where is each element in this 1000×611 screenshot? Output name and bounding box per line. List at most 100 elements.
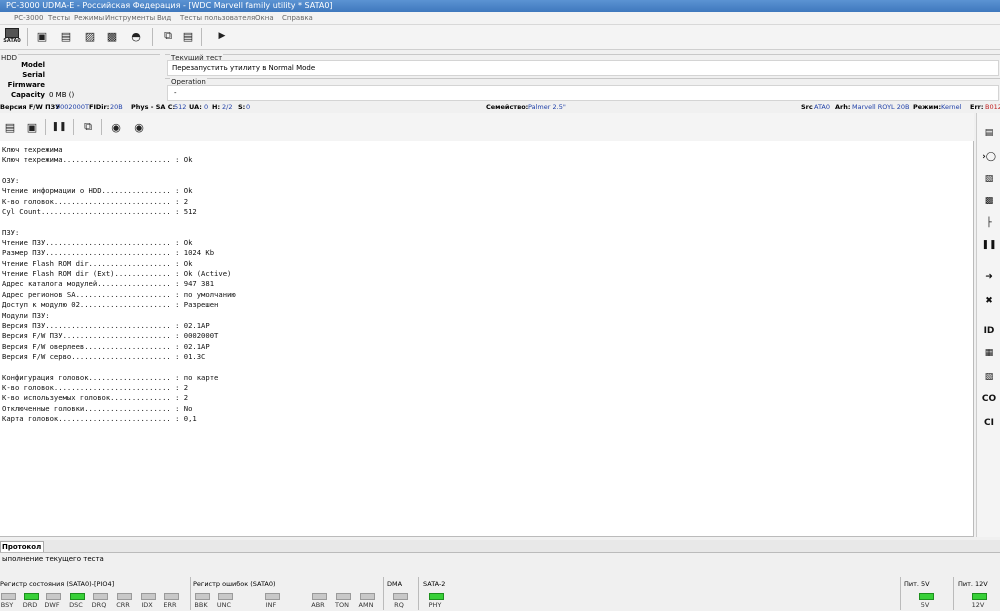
led-bsy-label: BSY [0,601,14,609]
find-next-icon[interactable]: ◉ [131,119,147,135]
s-label: S: [238,103,246,111]
fidir-label: FIDir: [89,103,110,111]
power-12v-panel: Пит. 12V 12V [953,577,1000,610]
arrow-right-icon[interactable]: ➜ [979,269,999,285]
led-idx-label: IDX [141,601,153,609]
family-label: Семейство: [486,103,529,111]
h-label: H: [212,103,221,111]
log-line: Доступ к модулю 02..................... … [2,300,219,310]
led-dsc-label: DSC [69,601,83,609]
co-button[interactable]: CO [979,391,999,407]
err-value: B012 [985,103,1000,111]
state-register-panel: Регистр состояния (SATA0)-[PIO4] BSY DRD… [0,577,185,610]
log-line: Ключ техрежима......................... … [2,155,193,165]
sata-port-button[interactable]: SATA0 [2,27,22,47]
phys-label: Phys - SA C: [131,103,176,111]
log-line: Чтение информации о HDD................ … [2,186,193,196]
led-drd-label: DRD [22,601,38,609]
dma-caption: DMA [387,580,403,588]
led-bbk-label: BBK [194,601,208,609]
led-idx [141,593,156,600]
window-title-bar[interactable]: PC-3000 UDMA-E - Российская Федерация - … [0,0,1000,12]
doc-icon[interactable]: ▤ [979,125,999,141]
log-line: Отключенные головки.................... … [2,403,193,413]
menu-item-tools[interactable]: Инструменты [105,14,155,22]
power-12v-caption: Пит. 12V [958,580,988,588]
menu-item-view[interactable]: Вид [157,14,171,22]
menu-item-modes[interactable]: Режимы [74,14,104,22]
menu-item-tests[interactable]: Тесты [48,14,70,22]
model-label: Model [21,61,45,69]
main-toolbar: SATA0 ▣ ▤ ▨ ▩ ◓ ⧉ ▤ ▶ [0,25,1000,50]
sata2-panel: SATA-2 PHY [418,577,459,610]
menu-item-user-tests[interactable]: Тесты пользователя [180,14,255,22]
sata-port-label: SATA0 [3,38,21,44]
power-5v-panel: Пит. 5V 5V [900,577,949,610]
led-unc-label: UNC [216,601,232,609]
copy-sectors-icon[interactable]: ▧ [979,369,999,385]
pause-icon[interactable]: ❚❚ [979,237,999,253]
err-label: Err: [970,103,984,111]
led-phy [429,593,444,600]
disk-icon[interactable]: ◓ [128,28,144,44]
sector-icon[interactable]: ▦ [979,345,999,361]
menu-item-help[interactable]: Справка [282,14,313,22]
led-drq [93,593,108,600]
log-line: К-во используемых головок.............. … [2,393,189,403]
error-register-panel: Регистр ошибок (SATA0) BBK UNC INF ABR T… [190,577,379,610]
error-register-caption: Регистр ошибок (SATA0) [193,580,276,588]
ua-value: 0 [204,103,209,111]
led-phy-label: PHY [428,601,442,609]
log-line: К-во головок........................... … [2,382,189,392]
log-line: Версия ПЗУ............................. … [2,320,210,330]
led-crr [117,593,132,600]
log-line: К-во головок........................... … [2,196,189,206]
camera-icon[interactable]: ▣ [34,28,50,44]
fw-value: 0002000T [56,103,89,111]
tree-icon[interactable]: ├ [979,215,999,231]
capacity-value: 0 MB () [49,91,75,99]
led-ton [336,593,351,600]
drive-info-icon[interactable]: ▤ [58,28,74,44]
module-icon[interactable]: ▩ [104,28,120,44]
copy-log-icon[interactable]: ⧉ [80,119,96,135]
led-dwf [46,593,61,600]
tests-icon[interactable]: ▤ [180,28,196,44]
ci-button[interactable]: CI [979,415,999,431]
log-line: Чтение ПЗУ............................. … [2,238,193,248]
src-value: ATA0 [814,103,830,111]
mode-value: Kernel [941,103,962,111]
family-value: Palmer 2.5" [528,103,566,111]
chip-icon[interactable]: ▩ [979,193,999,209]
copy-icon[interactable]: ⧉ [160,28,176,44]
tools-icon[interactable]: ✖ [979,293,999,309]
chip-icon[interactable]: ▨ [82,28,98,44]
menu-item-windows[interactable]: Окна [255,14,274,22]
log-line: Адрес регионов SA...................... … [2,289,236,299]
id-button[interactable]: ID [979,323,999,339]
tab-protocol[interactable]: Протокол [0,541,44,552]
led-dwf-label: DWF [44,601,60,609]
card-icon[interactable]: ▧ [979,171,999,187]
firmware-label: Firmware [7,81,45,89]
window-title: PC-3000 UDMA-E - Российская Федерация - … [6,1,333,10]
arrow-zero-icon[interactable]: ›◯ [979,149,999,165]
led-ton-label: TON [335,601,349,609]
operation-text: - [174,89,177,97]
toolbar-separator [73,119,74,135]
pause-icon[interactable]: ❚❚ [51,119,67,135]
log-line: Адрес каталога модулей................. … [2,279,215,289]
src-label: Src [801,103,813,111]
log-text-area[interactable]: Ключ техрежима Ключ техрежима...........… [0,141,974,537]
open-log-icon[interactable]: ▤ [2,119,18,135]
drive-status-line: Версия F/W ПЗУ 0002000T FIDir: 20B Phys … [0,102,1000,112]
ua-label: UA: [189,103,202,111]
led-amn [360,593,375,600]
menu-item-pc3000[interactable]: PC-3000 [14,14,43,22]
led-dsc [70,593,85,600]
save-log-icon[interactable]: ▣ [24,119,40,135]
find-icon[interactable]: ◉ [108,119,124,135]
play-icon[interactable]: ▶ [214,28,230,44]
led-rq [393,593,408,600]
led-abr [312,593,327,600]
